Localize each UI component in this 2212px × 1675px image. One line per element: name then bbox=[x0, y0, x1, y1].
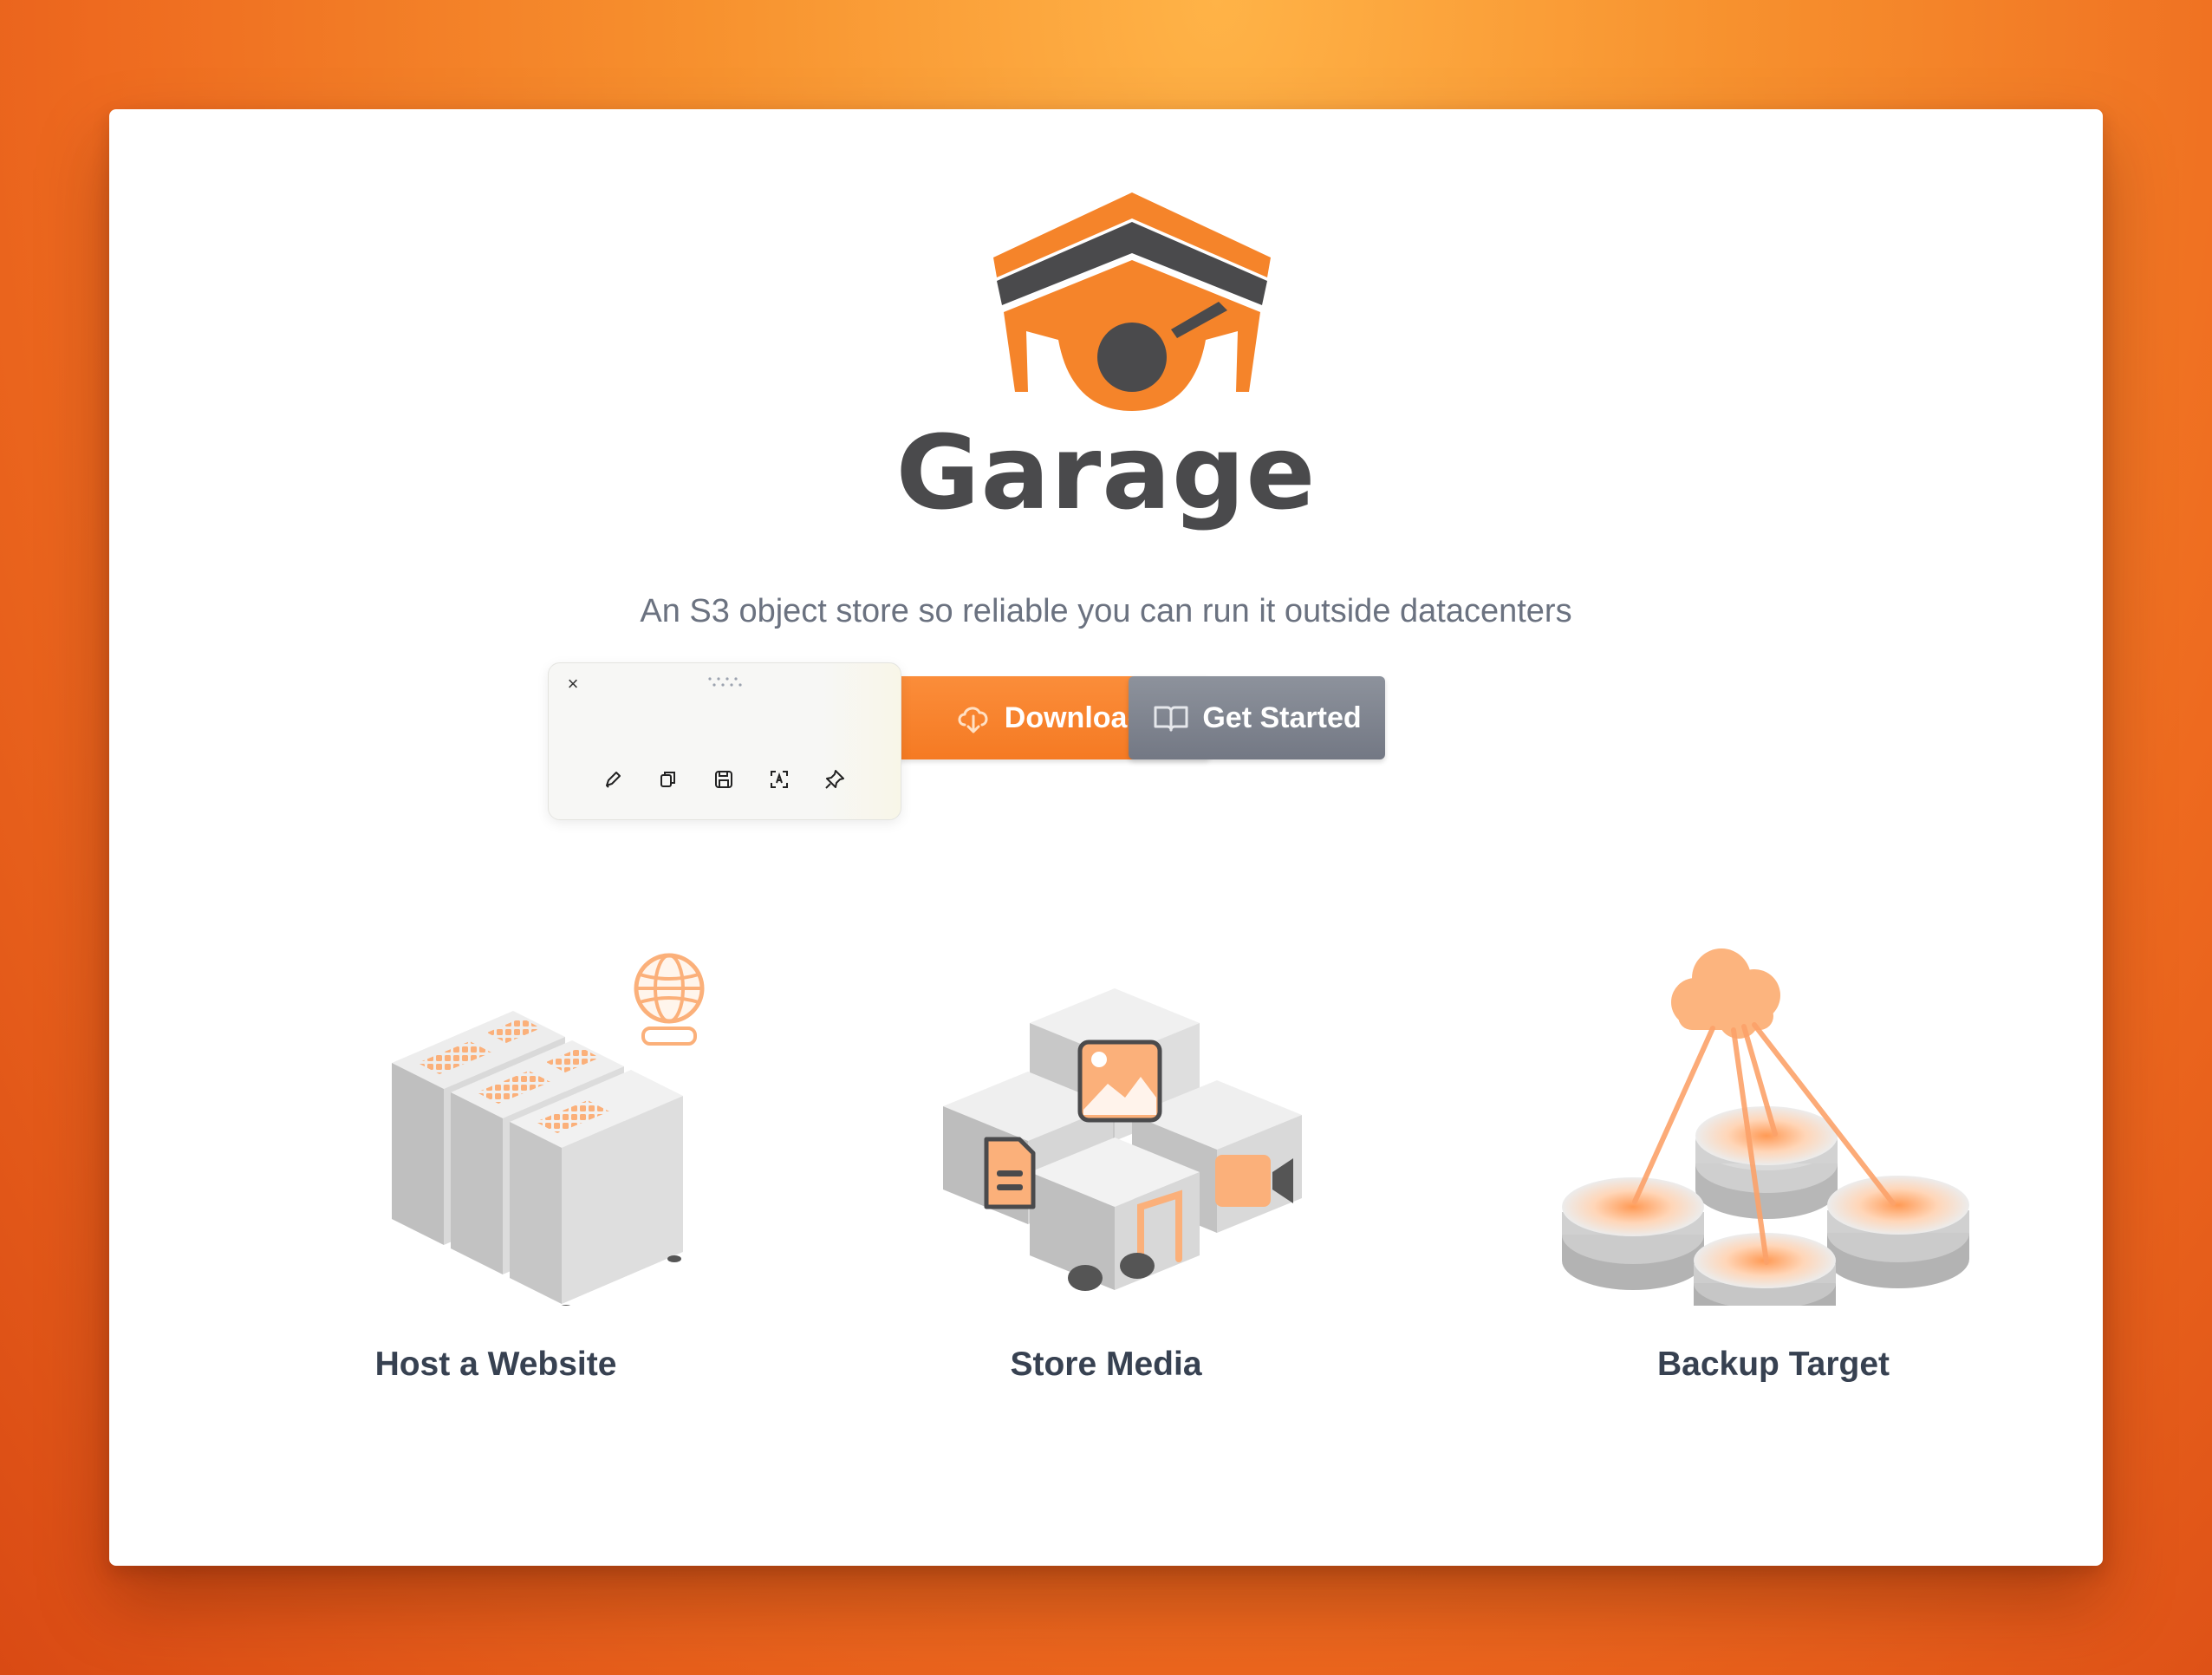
tagline: An S3 object store so reliable you can r… bbox=[640, 593, 1572, 629]
cloud-download-icon bbox=[958, 707, 988, 733]
text-recognize-icon[interactable] bbox=[762, 762, 797, 797]
feature-label-store-media: Store Media bbox=[1010, 1346, 1202, 1383]
close-icon[interactable]: × bbox=[561, 672, 585, 696]
get-started-label: Get Started bbox=[1202, 701, 1362, 734]
save-icon[interactable] bbox=[706, 762, 741, 797]
pin-icon[interactable] bbox=[817, 762, 852, 797]
media-cubes-illustration bbox=[943, 988, 1302, 1291]
brand-name: Garage bbox=[895, 413, 1317, 532]
browser-window: Garage An S3 object store so reliable yo… bbox=[109, 109, 2103, 1566]
floating-toolbar[interactable]: × bbox=[548, 662, 901, 820]
drag-handle-icon[interactable] bbox=[706, 675, 745, 689]
copy-icon[interactable] bbox=[651, 762, 686, 797]
pencil-icon[interactable] bbox=[595, 762, 630, 797]
book-open-icon bbox=[1154, 706, 1188, 732]
cloud-backup-disks-illustration bbox=[1562, 948, 1969, 1306]
download-label: Download bbox=[1004, 701, 1146, 734]
server-rack-globe-illustration bbox=[392, 953, 705, 1306]
feature-label-host-website: Host a Website bbox=[374, 1346, 617, 1383]
get-started-button[interactable]: Get Started bbox=[1129, 676, 1385, 759]
feature-label-backup-target: Backup Target bbox=[1656, 1346, 1890, 1383]
